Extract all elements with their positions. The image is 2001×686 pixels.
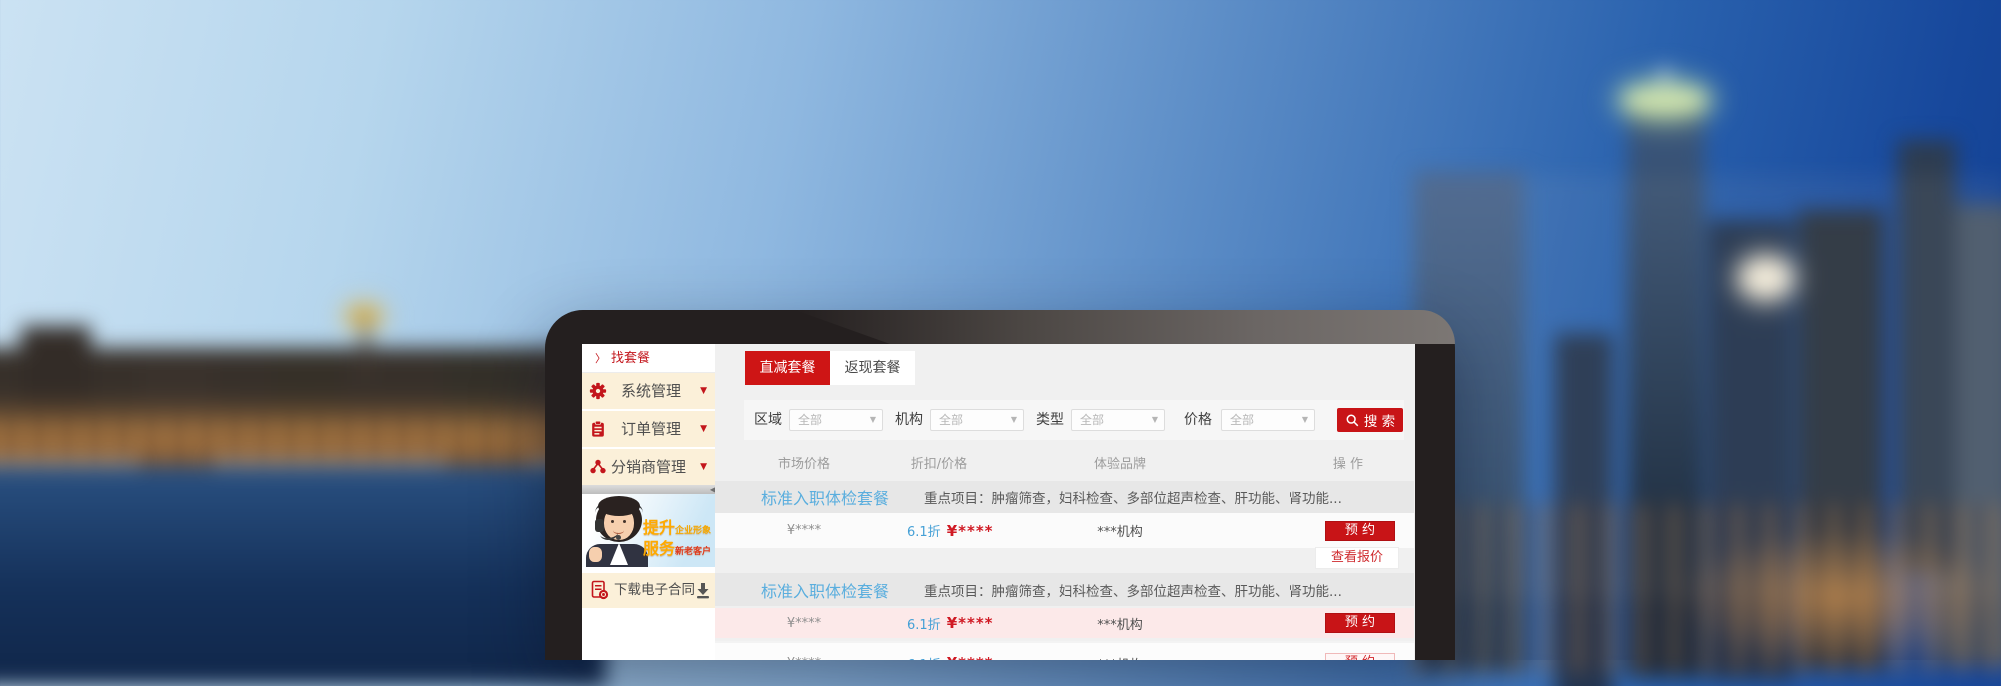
filter-label-institution: 机构 xyxy=(895,400,923,440)
sidebar-item-find-package[interactable]: 〉找套餐 xyxy=(582,344,715,373)
package-name-link[interactable]: 标准入职体检套餐 xyxy=(761,573,889,606)
tab-cashback[interactable]: 返现套餐 xyxy=(830,351,915,385)
discount-rate: 6.1折 xyxy=(907,654,941,661)
clipboard-icon xyxy=(589,420,607,438)
package-offer-row-highlighted: ¥**** 6.1折 ¥**** ***机构 预 约 xyxy=(715,608,1414,638)
space-needle xyxy=(362,322,369,378)
contract-document-icon xyxy=(590,580,610,601)
package-title-row: 标准入职体检套餐 重点项目：肿瘤筛查，妇科检查、多部位超声检查、肝功能、肾功能.… xyxy=(715,573,1414,606)
table-header: 市场价格 折扣/价格 体验品牌 操 作 xyxy=(715,451,1414,478)
discounted-price: ¥**** xyxy=(947,654,994,660)
caret-down-icon: ▼ xyxy=(1152,410,1158,430)
book-button[interactable]: 预 约 xyxy=(1325,613,1395,633)
market-price: ¥**** xyxy=(734,608,874,638)
menu-label: 系统管理 xyxy=(621,373,681,409)
market-price: ¥**** xyxy=(734,643,874,660)
package-title-row: 标准入职体检套餐 重点项目：肿瘤筛查，妇科检查、多部位超声检查、肝功能、肾功能.… xyxy=(715,481,1414,513)
discount-rate: 6.1折 xyxy=(907,614,941,633)
brand-name: ***机构 xyxy=(1050,513,1190,548)
download-contract-label: 下载电子合同 xyxy=(614,573,695,608)
package-description: 重点项目：肿瘤筛查，妇科检查、多部位超声检查、肝功能、肾功能... xyxy=(924,481,1342,513)
view-quote-button[interactable]: 查看报价 xyxy=(1315,547,1399,569)
col-actions: 操 作 xyxy=(1288,451,1408,478)
col-brand: 体验品牌 xyxy=(1050,451,1190,478)
price-select[interactable]: 全部 ▼ xyxy=(1221,409,1315,431)
discounted-price: ¥**** xyxy=(947,522,994,540)
discount-rate: 6.1折 xyxy=(907,521,941,540)
caret-down-icon: ▼ xyxy=(1011,410,1017,430)
filter-bar: 区域 全部 ▼ 机构 全部 ▼ 类型 全部 ▼ 价格 全部 ▼ xyxy=(744,400,1404,440)
package-table: 标准入职体检套餐 重点项目：肿瘤筛查，妇科检查、多部位超声检查、肝功能、肾功能.… xyxy=(715,481,1414,660)
menu-label: 分销商管理 xyxy=(611,449,686,485)
menu-label: 订单管理 xyxy=(621,411,681,447)
package-description: 重点项目：肿瘤筛查，妇科检查、多部位超声检查、肝功能、肾功能... xyxy=(924,573,1342,606)
search-button-label: 搜 索 xyxy=(1364,410,1395,430)
filter-label-price: 价格 xyxy=(1184,400,1212,440)
chevron-right-icon: 〉 xyxy=(595,352,606,365)
bezel-reflection xyxy=(795,310,1455,344)
main-content: 直减套餐 返现套餐 区域 全部 ▼ 机构 全部 ▼ 类型 全部 ▼ 价格 xyxy=(715,344,1415,660)
package-offer-row: ¥**** 6.1折 ¥**** ***机构 预 约 xyxy=(715,641,1414,660)
tablet-device: 〉找套餐 系统管理 ▼ xyxy=(545,310,1455,660)
package-offer-row: ¥**** 6.1折 ¥**** ***机构 预 约 xyxy=(715,513,1414,548)
caret-down-icon: ▼ xyxy=(1302,410,1308,430)
col-market-price: 市场价格 xyxy=(734,451,874,478)
search-icon xyxy=(1345,413,1360,428)
type-select[interactable]: 全部 ▼ xyxy=(1071,409,1165,431)
market-price: ¥**** xyxy=(734,513,874,548)
sidebar-item-order-management[interactable]: 订单管理 ▼ xyxy=(582,411,715,449)
search-button[interactable]: 搜 索 xyxy=(1337,408,1403,432)
gear-icon xyxy=(589,382,607,400)
book-button[interactable]: 预 约 xyxy=(1325,521,1395,541)
find-package-label: 找套餐 xyxy=(611,351,650,366)
promo-text-small: 新老客户 xyxy=(675,547,711,557)
caret-down-icon: ▼ xyxy=(700,411,707,447)
brand-name: ***机构 xyxy=(1050,608,1190,638)
book-button[interactable]: 预 约 xyxy=(1325,653,1395,660)
brand-name: ***机构 xyxy=(1050,643,1190,660)
sidebar-divider xyxy=(582,485,715,494)
app-screen: 〉找套餐 系统管理 ▼ xyxy=(582,344,1415,660)
region-select[interactable]: 全部 ▼ xyxy=(789,409,883,431)
sidebar: 〉找套餐 系统管理 ▼ xyxy=(582,344,715,660)
tab-direct-discount[interactable]: 直减套餐 xyxy=(745,351,830,385)
package-name-link[interactable]: 标准入职体检套餐 xyxy=(761,481,889,513)
sidebar-item-distributor-management[interactable]: 分销商管理 ▼ xyxy=(582,449,715,485)
caret-down-icon: ▼ xyxy=(700,373,707,409)
filter-label-type: 类型 xyxy=(1036,400,1064,440)
distributor-network-icon xyxy=(589,458,607,476)
sidebar-item-system-management[interactable]: 系统管理 ▼ xyxy=(582,373,715,411)
filter-label-region: 区域 xyxy=(754,400,782,440)
caret-down-icon: ▼ xyxy=(700,449,707,485)
institution-select[interactable]: 全部 ▼ xyxy=(930,409,1024,431)
promo-text-big: 服务 xyxy=(643,539,675,558)
download-icon xyxy=(695,582,711,599)
sidebar-item-download-contract[interactable]: 下载电子合同 xyxy=(582,573,715,608)
support-agent-banner: 提升企业形象 服务新老客户 xyxy=(582,494,715,567)
col-discount-price: 折扣/价格 xyxy=(869,451,1009,478)
discounted-price: ¥**** xyxy=(947,614,994,632)
water xyxy=(0,466,606,686)
caret-down-icon: ▼ xyxy=(870,410,876,430)
marketing-page: { "app": { "sidebar": { "find_package": … xyxy=(0,0,2001,660)
